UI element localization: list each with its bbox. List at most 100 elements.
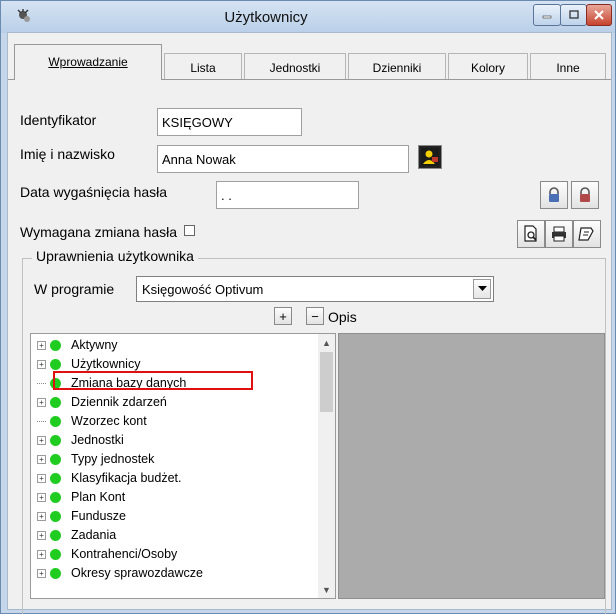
tab-wprowadzanie[interactable]: Wprowadzanie [14,44,162,80]
expand-icon[interactable]: + [37,492,46,502]
status-dot-icon [50,434,61,446]
permissions-tree[interactable]: + Aktywny + Użytkownicy Zmiana bazy dany… [30,333,336,599]
tree-item-zadania[interactable]: + Zadania [37,525,116,545]
tree-item-label: Wzorzec kont [71,414,147,428]
tab-dzienniki[interactable]: Dzienniki [348,53,446,79]
user-photo-button[interactable] [418,145,442,169]
status-dot-icon [50,491,61,503]
minimize-button[interactable] [533,4,561,26]
expand-icon[interactable]: + [37,473,46,483]
tree-item-label: Fundusze [71,509,126,523]
status-dot-icon [50,396,61,408]
tree-item-klasyfikacja[interactable]: + Klasyfikacja budżet. [37,468,181,488]
expand-all-button[interactable]: + [274,307,292,325]
status-dot-icon [50,472,61,484]
chevron-down-icon [477,286,487,291]
id-field[interactable]: KSIĘGOWY [157,108,302,136]
tree-item-typy-jednostek[interactable]: + Typy jednostek [37,449,154,469]
tree-item-label: Jednostki [71,433,124,447]
tree-item-label: Zadania [71,528,117,542]
expand-icon[interactable]: + [37,435,46,445]
tree-item-dziennik-zdarzen[interactable]: + Dziennik zdarzeń [37,392,167,412]
collapse-all-button[interactable]: − [306,307,324,325]
program-label: W programie [34,281,115,297]
user-card-icon [421,148,439,166]
tree-item-label: Kontrahenci/Osoby [71,547,178,561]
unlock-button[interactable] [571,181,599,209]
print-button[interactable] [545,220,573,248]
maximize-icon [568,10,579,19]
notes-icon [578,227,594,241]
print-preview-icon [524,225,537,242]
lock-icon [549,187,559,202]
tab-kolory[interactable]: Kolory [448,53,528,79]
tree-item-aktywny[interactable]: + Aktywny [37,335,118,355]
title-bar[interactable]: Użytkownicy [1,1,615,33]
name-field[interactable]: Anna Nowak [157,145,409,173]
scroll-thumb[interactable] [320,352,333,412]
unlock-icon [580,187,590,202]
minimize-icon [542,15,552,19]
status-dot-icon [50,548,61,560]
tab-lista[interactable]: Lista [164,53,242,79]
printer-icon [552,226,566,242]
tree-item-label: Klasyfikacja budżet. [71,471,182,485]
change-password-checkbox[interactable] [184,225,195,236]
tree-item-kontrahenci[interactable]: + Kontrahenci/Osoby [37,544,177,564]
tree-item-plan-kont[interactable]: + Plan Kont [37,487,125,507]
expiry-label: Data wygaśnięcia hasła [20,184,168,200]
description-panel [338,333,605,599]
scroll-down-icon[interactable]: ▼ [318,581,335,598]
tab-label: Inne [556,61,580,75]
permissions-group-title: Uprawnienia użytkownika [32,248,198,264]
expand-icon[interactable]: + [37,340,46,350]
users-window: Użytkownicy Wprowadzanie Lista Jednostki… [0,0,616,614]
expand-icon[interactable]: + [37,511,46,521]
program-dropdown-button[interactable] [473,279,491,299]
expand-icon[interactable]: + [37,530,46,540]
tree-connector [37,382,46,384]
tree-item-label: Plan Kont [71,490,126,504]
window-title: Użytkownicy [224,9,308,26]
close-button[interactable] [586,4,612,26]
tab-label: Dzienniki [372,61,422,75]
status-dot-icon [50,567,61,579]
notes-button[interactable] [573,220,601,248]
expand-icon[interactable]: + [37,454,46,464]
tree-item-okresy[interactable]: + Okresy sprawozdawcze [37,563,203,583]
scroll-up-icon[interactable]: ▲ [318,334,335,351]
status-dot-icon [50,358,61,370]
program-select[interactable]: Księgowość Optivum [136,276,494,302]
name-label: Imię i nazwisko [20,146,115,162]
expiry-field[interactable]: . . [216,181,359,209]
expand-icon[interactable]: + [37,568,46,578]
tree-item-label: Aktywny [71,338,118,352]
tree-item-jednostki[interactable]: + Jednostki [37,430,124,450]
tree-item-label: Dziennik zdarzeń [71,395,167,409]
tree-item-fundusze[interactable]: + Fundusze [37,506,126,526]
tab-label: Jednostki [269,61,321,75]
tree-item-label: Okresy sprawozdawcze [71,566,203,580]
preview-button[interactable] [517,220,545,248]
tab-label: Wprowadzanie [48,55,128,69]
tab-label: Lista [190,61,216,75]
expand-icon[interactable]: + [37,549,46,559]
tab-jednostki[interactable]: Jednostki [244,53,346,79]
status-dot-icon [50,415,61,427]
status-dot-icon [50,453,61,465]
expand-icon[interactable]: + [37,397,46,407]
expand-icon[interactable]: + [37,359,46,369]
tab-strip: Wprowadzanie Lista Jednostki Dzienniki K… [8,41,611,85]
change-label: Wymagana zmiana hasła [20,224,178,240]
dialog-client: Wprowadzanie Lista Jednostki Dzienniki K… [7,32,612,614]
lock-button[interactable] [540,181,568,209]
tree-item-wzorzec-kont[interactable]: Wzorzec kont [37,411,147,431]
maximize-button[interactable] [560,4,587,26]
status-dot-icon [50,529,61,541]
program-select-value: Księgowość Optivum [142,282,264,297]
tree-scrollbar[interactable]: ▲ ▼ [318,334,335,598]
status-dot-icon [50,510,61,522]
tab-inne[interactable]: Inne [530,53,606,79]
tree-item-label: Użytkownicy [71,357,141,371]
status-dot-icon [50,339,61,351]
